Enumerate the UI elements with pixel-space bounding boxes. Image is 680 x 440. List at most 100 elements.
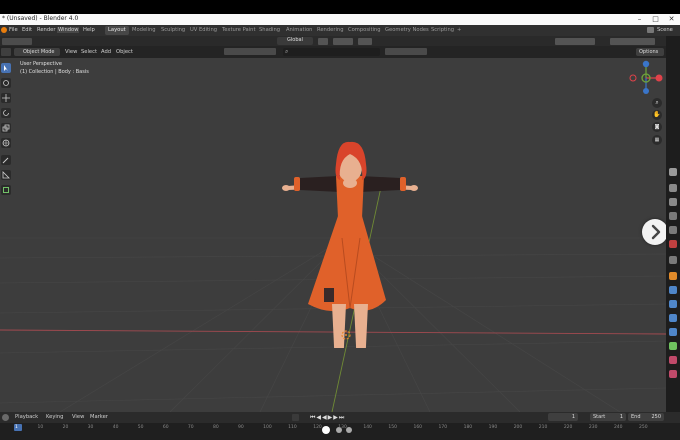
left-toolbar (0, 58, 12, 198)
carousel-dot[interactable] (346, 427, 352, 433)
scale-tool-button[interactable] (1, 123, 11, 133)
modifier-properties-icon[interactable] (669, 286, 677, 294)
tab-uv-editing[interactable]: UV Editing (187, 26, 220, 35)
collection-properties-icon[interactable] (669, 256, 677, 264)
object-properties-icon[interactable] (669, 272, 677, 280)
timeline-editor[interactable] (0, 423, 680, 440)
layer-toggle-buttons[interactable] (224, 48, 276, 55)
mode-dropdown[interactable]: Object Mode (14, 48, 60, 56)
menu-object[interactable]: Object (116, 49, 133, 55)
blender-logo-icon[interactable] (1, 27, 7, 33)
select-tool-button[interactable] (1, 63, 11, 73)
timeline-menu-keying[interactable]: Keying (46, 414, 63, 420)
tab-texture-paint[interactable]: Texture Paint (219, 26, 258, 35)
timeline-menu-view[interactable]: View (72, 414, 84, 420)
close-button[interactable]: ✕ (664, 14, 679, 25)
scene-properties-icon[interactable] (669, 226, 677, 234)
character-model[interactable] (250, 138, 450, 348)
particles-properties-icon[interactable] (669, 300, 677, 308)
viewport-collection-label: (1) Collection | Body : Basis (20, 69, 89, 75)
start-frame-value: 1 (619, 414, 623, 420)
add-cube-tool-button[interactable] (1, 185, 11, 195)
menu-view[interactable]: View (65, 49, 77, 55)
tab-layout[interactable]: Layout (105, 26, 129, 35)
end-frame-value: 250 (651, 414, 661, 420)
physics-properties-icon[interactable] (669, 314, 677, 322)
mode-label: Object Mode (23, 49, 55, 55)
search-field[interactable]: ⌕ (283, 48, 380, 56)
render-properties-icon[interactable] (669, 184, 677, 192)
move-tool-button[interactable] (1, 93, 11, 103)
select-mode-buttons[interactable] (2, 38, 32, 45)
timeline-editor-icon[interactable] (2, 414, 9, 421)
menu-help[interactable]: Help (83, 27, 95, 33)
tab-scripting[interactable]: Scripting (428, 26, 457, 35)
output-properties-icon[interactable] (669, 198, 677, 206)
pan-hand-icon[interactable]: ✋ (652, 110, 662, 120)
options-dropdown[interactable]: Options (636, 48, 664, 56)
add-workspace-button[interactable]: + (454, 26, 464, 35)
menu-add[interactable]: Add (101, 49, 111, 55)
tab-rendering[interactable]: Rendering (314, 26, 347, 35)
move-arrows-icon (2, 94, 10, 102)
carousel-dot-active[interactable] (322, 426, 330, 434)
proportional-edit-button[interactable] (358, 38, 372, 45)
material-properties-icon[interactable] (669, 356, 677, 364)
tab-compositing[interactable]: Compositing (345, 26, 384, 35)
minimize-button[interactable]: – (632, 14, 647, 25)
zoom-icon[interactable]: ⌕ (652, 98, 662, 108)
world-properties-icon[interactable] (669, 240, 677, 248)
tab-sculpting[interactable]: Sculpting (158, 26, 188, 35)
tool-settings-header: Global (0, 36, 680, 46)
menu-select[interactable]: Select (81, 49, 97, 55)
menu-edit[interactable]: Edit (22, 27, 32, 33)
tab-shading[interactable]: Shading (256, 26, 283, 35)
pivot-button[interactable] (318, 38, 328, 45)
end-frame-field[interactable]: End 250 (628, 413, 664, 421)
scene-icon[interactable] (647, 27, 654, 33)
constraints-properties-icon[interactable] (669, 328, 677, 336)
record-button[interactable] (292, 414, 299, 421)
editor-type-button[interactable] (1, 48, 11, 56)
maximize-button[interactable]: □ (648, 14, 663, 25)
timeline-menu-marker[interactable]: Marker (90, 414, 108, 420)
visibility-buttons[interactable] (555, 38, 595, 45)
3d-cursor (341, 330, 351, 340)
snap-button[interactable] (333, 38, 353, 45)
view-layer-properties-icon[interactable] (669, 212, 677, 220)
tab-animation[interactable]: Animation (283, 26, 315, 35)
menu-bar: File Edit Render Window Help Layout Mode… (0, 25, 680, 36)
playback-controls[interactable]: ⏮◀◀▶▶⏭ (310, 413, 360, 422)
camera-icon[interactable]: ◙ (652, 122, 662, 132)
texture-properties-icon[interactable] (669, 370, 677, 378)
shading-buttons[interactable] (610, 38, 655, 45)
next-slide-button[interactable] (642, 219, 666, 245)
scene-selector[interactable]: Scene (657, 27, 673, 33)
data-properties-icon[interactable] (669, 342, 677, 350)
scale-icon (2, 124, 10, 132)
rotate-tool-button[interactable] (1, 108, 11, 118)
cursor-tool-button[interactable] (1, 78, 11, 88)
carousel-dot[interactable] (336, 427, 342, 433)
grid-view-icon[interactable]: ▦ (652, 135, 662, 145)
transform-orientation-dropdown[interactable]: Global (277, 37, 313, 45)
filter-buttons[interactable] (385, 48, 427, 55)
menu-file[interactable]: File (9, 27, 18, 33)
tool-properties-icon[interactable] (669, 168, 677, 176)
annotate-tool-button[interactable] (1, 155, 11, 165)
playhead[interactable] (14, 424, 22, 431)
menu-window[interactable]: Window (57, 27, 80, 33)
navigation-gizmo[interactable] (626, 58, 666, 98)
tab-geometry-nodes[interactable]: Geometry Nodes (382, 26, 432, 35)
transform-tool-button[interactable] (1, 138, 11, 148)
cursor-arrow-icon (4, 65, 8, 71)
3d-viewport[interactable]: User Perspective (1) Collection | Body :… (0, 58, 666, 412)
current-frame-field[interactable]: 1 (548, 413, 578, 421)
start-frame-field[interactable]: Start 1 (590, 413, 626, 421)
measure-tool-button[interactable] (1, 170, 11, 180)
transform-icon (2, 139, 10, 147)
timeline-menu-playback[interactable]: Playback (15, 414, 38, 420)
tab-modeling[interactable]: Modeling (129, 26, 159, 35)
ruler-icon (2, 171, 10, 179)
menu-render[interactable]: Render (37, 27, 55, 33)
